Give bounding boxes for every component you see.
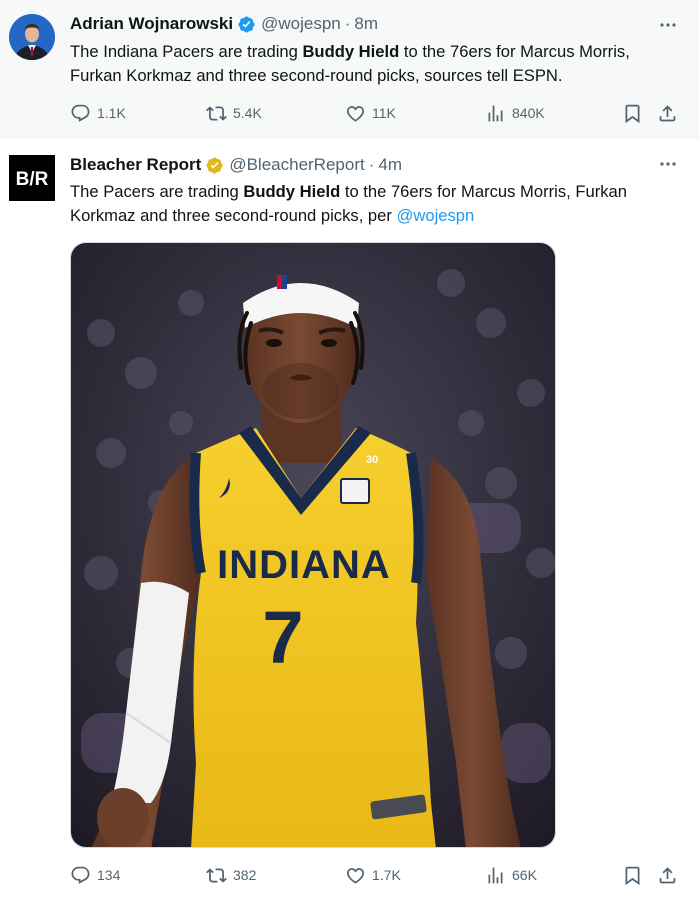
- author-handle[interactable]: @BleacherReport: [229, 155, 364, 175]
- repost-count: 382: [233, 867, 257, 883]
- repost-button[interactable]: 382: [206, 863, 256, 887]
- views-button[interactable]: 66K: [485, 863, 537, 887]
- timestamp[interactable]: 4m: [378, 155, 402, 175]
- avatar[interactable]: [9, 14, 55, 60]
- verified-badge-icon: [206, 157, 223, 174]
- tweet-wojnarowski[interactable]: Adrian Wojnarowski @wojespn · 8m The Ind…: [0, 0, 699, 139]
- heart-icon: [346, 867, 365, 884]
- share-icon: [659, 104, 676, 121]
- views-button[interactable]: 840K: [485, 101, 545, 125]
- reply-button[interactable]: 1.1K: [70, 101, 126, 125]
- author-name[interactable]: Bleacher Report: [70, 155, 201, 175]
- bookmark-button[interactable]: [622, 863, 643, 887]
- bookmark-button[interactable]: [622, 101, 643, 125]
- jersey-number: 7: [262, 596, 303, 679]
- views-count: 66K: [512, 867, 537, 883]
- tweet-text: The Pacers are trading Buddy Hield to th…: [70, 182, 628, 225]
- tweet-bleacher-report[interactable]: B/R Bleacher Report @BleacherReport · 4m…: [0, 139, 699, 897]
- like-button[interactable]: 11K: [345, 101, 396, 125]
- tweet-media-image[interactable]: 30 INDIANA 7: [70, 242, 556, 848]
- author-handle[interactable]: @wojespn: [261, 14, 341, 34]
- tweet-header: Adrian Wojnarowski @wojespn · 8m: [70, 13, 679, 35]
- share-icon: [659, 866, 676, 883]
- separator-dot: ·: [344, 14, 351, 33]
- tweet-header: Bleacher Report @BleacherReport · 4m: [70, 154, 679, 176]
- views-icon: [488, 867, 503, 883]
- timestamp[interactable]: 8m: [354, 14, 378, 34]
- repost-icon: [206, 105, 227, 121]
- verified-badge-icon: [238, 16, 255, 33]
- reply-icon: [71, 104, 90, 122]
- repost-button[interactable]: 5.4K: [206, 101, 262, 125]
- like-button[interactable]: 1.7K: [345, 863, 401, 887]
- heart-icon: [346, 105, 365, 122]
- avatar[interactable]: B/R: [9, 155, 55, 201]
- reply-icon: [71, 866, 90, 884]
- avatar-logo-text: B/R: [16, 169, 49, 190]
- views-count: 840K: [512, 105, 545, 121]
- separator-dot: ·: [368, 155, 375, 174]
- more-icon[interactable]: [658, 154, 678, 174]
- share-button[interactable]: [657, 863, 678, 887]
- reply-count: 134: [97, 867, 121, 883]
- share-button[interactable]: [657, 101, 678, 125]
- repost-count: 5.4K: [233, 105, 262, 121]
- tweet-text: The Indiana Pacers are trading Buddy Hie…: [70, 42, 630, 85]
- mention-link[interactable]: @wojespn: [397, 206, 475, 225]
- author-name[interactable]: Adrian Wojnarowski: [70, 14, 233, 34]
- svg-text:30: 30: [366, 454, 378, 466]
- repost-icon: [206, 867, 227, 883]
- bookmark-icon: [625, 866, 640, 885]
- views-icon: [488, 105, 503, 121]
- bookmark-icon: [625, 104, 640, 123]
- tweet-actions: 134 382 1.7K 66K: [70, 863, 682, 887]
- jersey-text: INDIANA: [217, 543, 391, 587]
- like-count: 11K: [372, 105, 396, 121]
- like-count: 1.7K: [372, 867, 401, 883]
- reply-button[interactable]: 134: [70, 863, 120, 887]
- tweet-actions: 1.1K 5.4K 11K 840K: [70, 101, 682, 125]
- more-icon[interactable]: [658, 15, 678, 35]
- reply-count: 1.1K: [97, 105, 126, 121]
